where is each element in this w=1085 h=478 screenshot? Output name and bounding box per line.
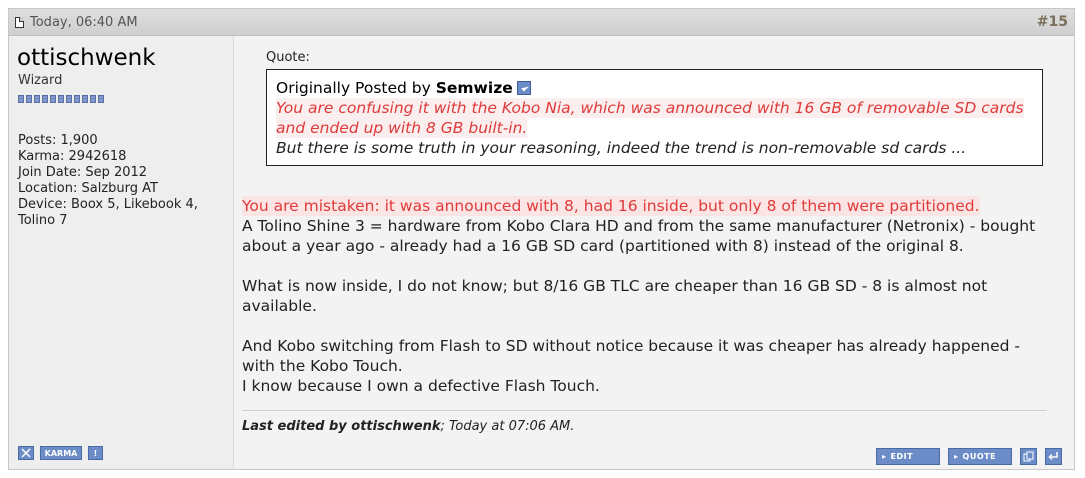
karma-button[interactable]: KARMA: [40, 446, 82, 460]
quote-line-3: But there is some truth in your reasonin…: [276, 139, 967, 157]
message-p3-line1: And Kobo switching from Flash to SD with…: [242, 337, 1020, 355]
last-edited-note: Last edited by ottischwenk; Today at 07:…: [242, 410, 1047, 434]
reputation-pip: [66, 95, 72, 103]
quote-box: Originally Posted by Semwize You are con…: [266, 69, 1043, 166]
reputation-pip: [42, 95, 48, 103]
message-p3-line2: with the Kobo Touch.: [242, 357, 403, 375]
message-p1-line2: about a year ago - already had a 16 GB S…: [242, 237, 964, 255]
multiquote-icon[interactable]: [1020, 448, 1037, 465]
reputation-bar: [18, 95, 104, 103]
user-info-column: ottischwenk Wizard Posts: 1,900 Karma: 2…: [9, 36, 234, 469]
quote-button[interactable]: ▸ QUOTE: [948, 448, 1012, 465]
reputation-pip: [18, 95, 24, 103]
quote-originally-posted: Originally Posted by: [276, 79, 436, 97]
edited-prefix: Last edited by ottischwenk: [242, 419, 441, 434]
message-p1-line1: A Tolino Shine 3 = hardware from Kobo Cl…: [242, 217, 1036, 235]
view-post-icon[interactable]: [516, 81, 531, 95]
reputation-pip: [26, 95, 32, 103]
quote-red-line-2: and ended up with 8 GB built-in.: [276, 118, 528, 138]
stat-posts: Posts: 1,900: [18, 133, 98, 148]
offline-status-icon[interactable]: [18, 446, 34, 460]
reputation-pip: [82, 95, 88, 103]
edit-button[interactable]: ▸ EDIT: [876, 448, 940, 465]
quote-arrow-icon: ▸: [954, 452, 959, 461]
quote-label-btn: QUOTE: [962, 452, 997, 461]
post-tools: ▸ EDIT ▸ QUOTE: [876, 448, 1062, 465]
user-stats: Posts: 1,900 Karma: 2942618 Join Date: S…: [18, 133, 198, 229]
report-button[interactable]: !: [88, 446, 103, 460]
reputation-pip: [74, 95, 80, 103]
stat-device: Device: Boox 5, Likebook 4,: [18, 197, 198, 212]
reply-icon[interactable]: [1045, 448, 1062, 465]
post-number-link[interactable]: #15: [1037, 14, 1068, 30]
quote-attribution: Originally Posted by Semwize: [276, 78, 1033, 98]
post-message: You are mistaken: it was announced with …: [242, 196, 1042, 396]
stat-join-date: Join Date: Sep 2012: [18, 165, 148, 180]
user-tools: KARMA !: [18, 446, 103, 460]
reputation-pip: [90, 95, 96, 103]
post-date: Today, 06:40 AM: [30, 15, 138, 30]
user-title: Wizard: [18, 73, 63, 88]
quote-author: Semwize: [435, 79, 513, 97]
post-number-hash: #: [1036, 14, 1049, 30]
reputation-pip: [98, 95, 104, 103]
quote-red-line-1: You are confusing it with the Kobo Nia, …: [276, 98, 1024, 118]
quote-label: Quote:: [266, 50, 310, 65]
post-content: Quote: Originally Posted by Semwize You …: [234, 36, 1074, 469]
stat-karma: Karma: 2942618: [18, 149, 127, 164]
post-header: Today, 06:40 AM #15: [9, 9, 1074, 36]
post-number-value: 15: [1048, 14, 1068, 30]
stat-location: Location: Salzburg AT: [18, 181, 158, 196]
reputation-pip: [58, 95, 64, 103]
reputation-pip: [34, 95, 40, 103]
message-p3-line3: I know because I own a defective Flash T…: [242, 377, 600, 395]
edit-arrow-icon: ▸: [882, 452, 887, 461]
message-p2-line1: What is now inside, I do not know; but 8…: [242, 277, 988, 295]
message-p2-line2: available.: [242, 297, 317, 315]
username-link[interactable]: ottischwenk: [17, 45, 156, 71]
post-document-icon: [15, 17, 24, 28]
edit-label: EDIT: [890, 452, 914, 461]
forum-post: Today, 06:40 AM #15 ottischwenk Wizard P…: [8, 8, 1075, 470]
reputation-pip: [50, 95, 56, 103]
message-red-line: You are mistaken: it was announced with …: [242, 196, 980, 216]
edited-suffix: ; Today at 07:06 AM.: [440, 419, 575, 434]
stat-device-cont: Tolino 7: [18, 213, 68, 228]
